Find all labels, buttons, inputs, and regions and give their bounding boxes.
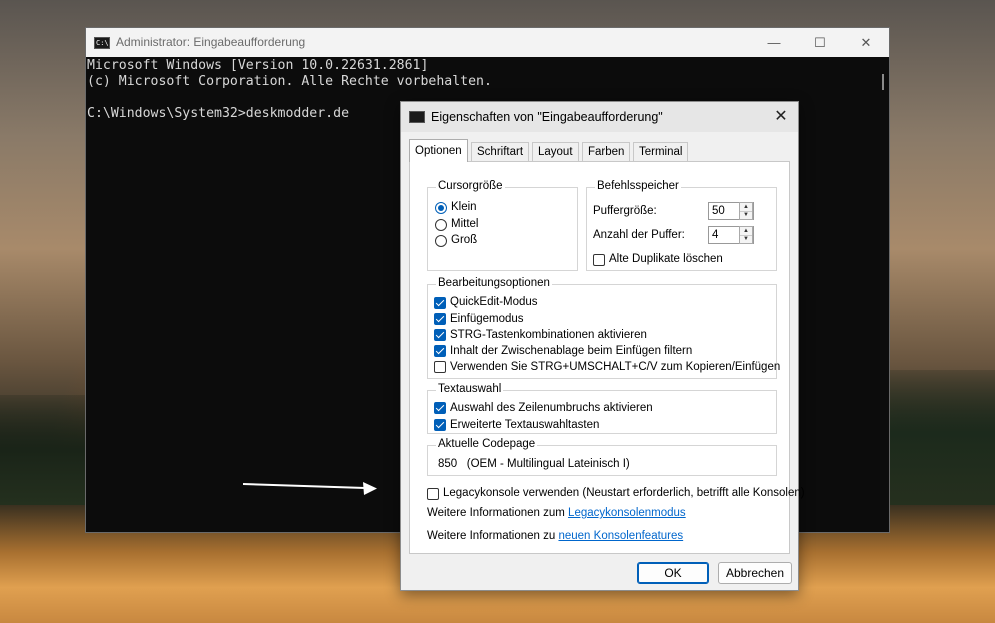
info-prefix: Weitere Informationen zum — [427, 507, 569, 519]
checkbox-label: QuickEdit-Modus — [450, 296, 538, 308]
radio-label: Groß — [451, 234, 478, 246]
tab-farben[interactable]: Farben — [582, 142, 631, 161]
close-button[interactable]: ✕ — [843, 28, 889, 57]
features-info-text: Weitere Informationen zu neuen Konsolenf… — [427, 530, 683, 542]
filter-clipboard-checkbox[interactable] — [434, 345, 446, 357]
console-scrollbar-thumb[interactable] — [882, 74, 884, 90]
group-label: Bearbeitungsoptionen — [436, 277, 552, 289]
checkbox-label: Inhalt der Zwischenablage beim Einfügen … — [450, 345, 693, 357]
console-titlebar[interactable]: C:\ Administrator: Eingabeaufforderung —… — [86, 28, 889, 57]
checkbox-label: STRG-Tastenkombinationen aktivieren — [450, 329, 647, 341]
buffer-count-spinner[interactable]: ▲ ▼ — [739, 226, 753, 244]
group-label: Aktuelle Codepage — [436, 438, 538, 450]
codepage-value: 850 (OEM - Multilingual Lateinisch I) — [438, 458, 630, 470]
text-selection-group: Textauswahl Auswahl des Zeilenumbruchs a… — [427, 383, 777, 434]
background-trees-left — [0, 395, 90, 505]
radio-label: Klein — [451, 201, 477, 213]
minimize-button[interactable]: — — [751, 28, 797, 57]
legacy-mode-link[interactable]: Legacykonsolenmodus — [568, 507, 686, 519]
buffer-size-spinner[interactable]: ▲ ▼ — [739, 202, 753, 220]
console-prompt-line: C:\Windows\System32>deskmodder.de — [87, 106, 350, 121]
radio-mittel[interactable] — [435, 219, 447, 231]
insert-mode-checkbox[interactable] — [434, 313, 446, 325]
radio-klein[interactable] — [435, 202, 447, 214]
ctrl-shift-cv-checkbox[interactable] — [434, 361, 446, 373]
legacy-info-text: Weitere Informationen zum Legacykonsolen… — [427, 507, 686, 519]
codepage-group: Aktuelle Codepage 850 (OEM - Multilingua… — [427, 438, 777, 476]
console-line: (c) Microsoft Corporation. Alle Rechte v… — [87, 74, 492, 89]
radio-label: Mittel — [451, 218, 479, 230]
discard-duplicates-checkbox[interactable] — [593, 254, 605, 266]
line-wrap-selection-checkbox[interactable] — [434, 402, 446, 414]
console-line: Microsoft Windows [Version 10.0.22631.28… — [87, 58, 429, 73]
cancel-button[interactable]: Abbrechen — [718, 562, 792, 584]
cmd-app-icon: C:\ — [94, 37, 110, 49]
cmd-app-icon — [409, 111, 425, 123]
command-history-group: Befehlsspeicher Puffergröße: 50 ▲ ▼ Anza… — [586, 180, 777, 271]
checkbox-label: Verwenden Sie STRG+UMSCHALT+C/V zum Kopi… — [450, 361, 781, 373]
cursor-size-group: Cursorgröße Klein Mittel Groß — [427, 180, 578, 271]
checkbox-label: Einfügemodus — [450, 313, 524, 325]
ctrl-keys-checkbox[interactable] — [434, 329, 446, 341]
radio-gross[interactable] — [435, 235, 447, 247]
annotation-arrow — [243, 482, 377, 495]
dialog-close-button[interactable]: ✕ — [767, 104, 795, 130]
dialog-titlebar[interactable]: Eigenschaften von "Eingabeaufforderung" … — [401, 102, 798, 132]
dialog-title: Eigenschaften von "Eingabeaufforderung" — [431, 110, 663, 124]
tab-layout[interactable]: Layout — [532, 142, 579, 161]
group-label: Cursorgröße — [436, 180, 505, 192]
spin-down-icon[interactable]: ▼ — [740, 235, 752, 243]
tab-terminal[interactable]: Terminal — [633, 142, 689, 161]
checkbox-label: Legacykonsole verwenden (Neustart erford… — [443, 487, 805, 499]
checkbox-label: Auswahl des Zeilenumbruchs aktivieren — [450, 402, 653, 414]
edit-options-group: Bearbeitungsoptionen QuickEdit-Modus Ein… — [427, 277, 781, 379]
group-label: Textauswahl — [436, 383, 504, 395]
checkbox-label: Erweiterte Textauswahltasten — [450, 419, 600, 431]
spin-down-icon[interactable]: ▼ — [740, 211, 752, 219]
tab-schriftart[interactable]: Schriftart — [471, 142, 530, 161]
buffer-count-label: Anzahl der Puffer: — [593, 229, 685, 241]
quickedit-checkbox[interactable] — [434, 297, 446, 309]
console-title: Administrator: Eingabeaufforderung — [116, 35, 306, 49]
tab-optionen[interactable]: Optionen — [409, 139, 468, 162]
group-label: Befehlsspeicher — [595, 180, 681, 192]
extended-selection-keys-checkbox[interactable] — [434, 419, 446, 431]
console-features-link[interactable]: neuen Konsolenfeatures — [558, 530, 683, 542]
options-tab-panel: Cursorgröße Klein Mittel Groß Befehlsspe… — [409, 161, 805, 554]
background-trees-right — [890, 370, 995, 510]
ok-button[interactable]: OK — [637, 562, 709, 584]
maximize-button[interactable]: ☐ — [797, 28, 843, 57]
buffer-size-label: Puffergröße: — [593, 205, 657, 217]
legacy-console-checkbox[interactable] — [427, 488, 439, 500]
properties-dialog: Eigenschaften von "Eingabeaufforderung" … — [400, 101, 805, 591]
checkbox-label: Alte Duplikate löschen — [609, 253, 723, 265]
info-prefix: Weitere Informationen zu — [427, 530, 559, 542]
